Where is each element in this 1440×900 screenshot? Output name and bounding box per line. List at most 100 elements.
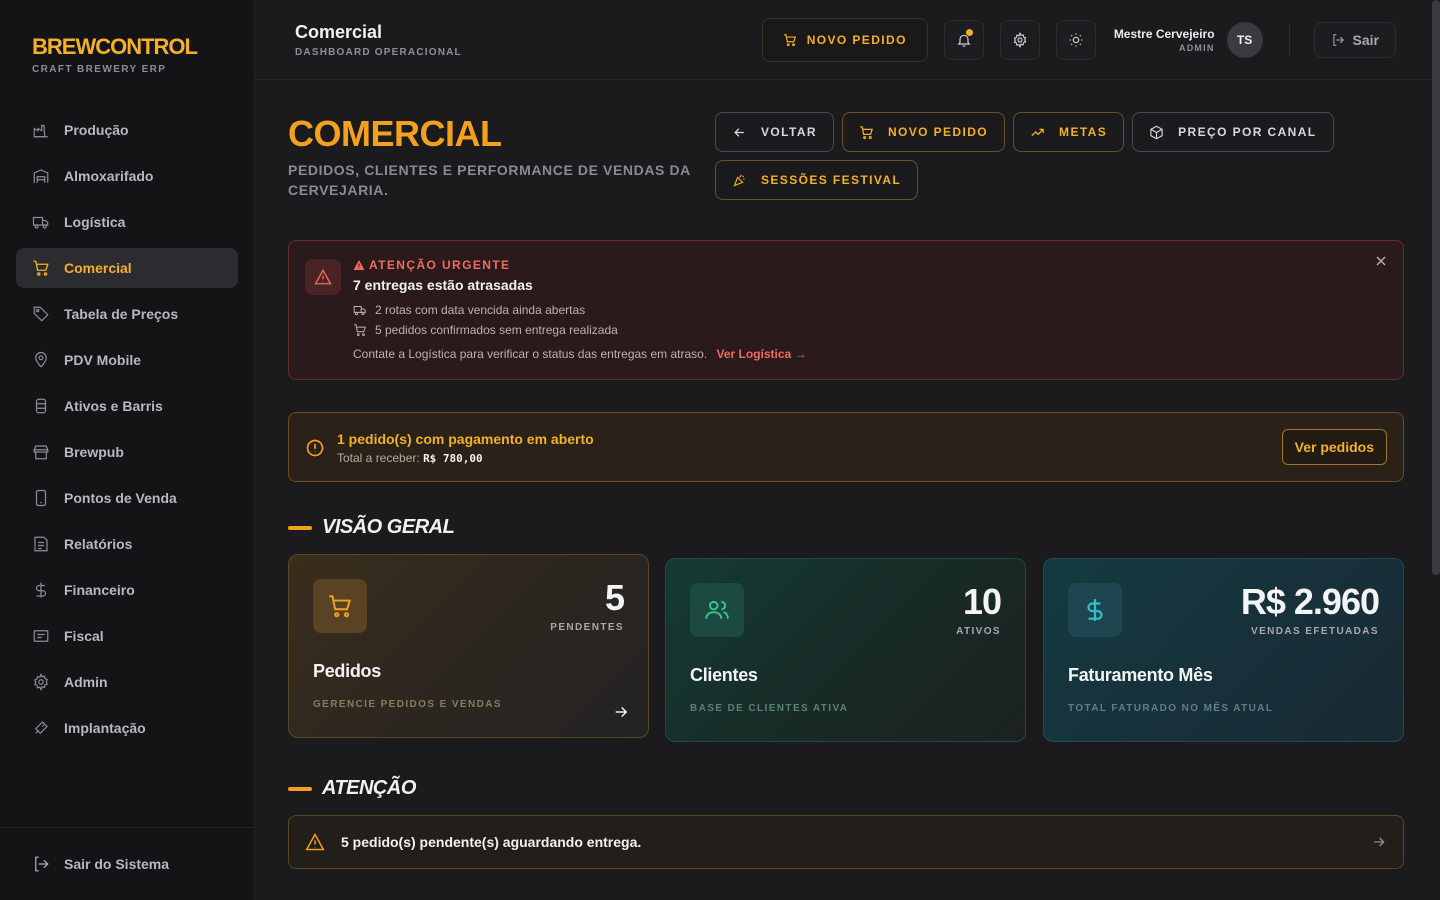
clients-card-icon-box xyxy=(690,583,744,637)
urgent-alert-label: ATENÇÃO URGENTE xyxy=(353,258,510,272)
clients-card-sub: ATIVOS xyxy=(956,626,1001,637)
sidebar-item-label: Produção xyxy=(64,122,129,138)
sidebar-item-comercial[interactable]: Comercial xyxy=(16,248,238,288)
user-role: ADMIN xyxy=(1179,42,1215,53)
notification-dot xyxy=(965,28,973,36)
section-accent-bar xyxy=(288,786,312,791)
urgent-alert-footer: Contate a Logística para verificar o sta… xyxy=(353,347,807,361)
trending-up-icon xyxy=(1031,128,1044,136)
topbar-new-order-label: NOVO PEDIDO xyxy=(806,32,907,47)
sidebar-item-admin[interactable]: Admin xyxy=(16,662,238,702)
dollar-icon xyxy=(1087,599,1103,621)
topbar-divider xyxy=(1288,23,1290,56)
new-order-label: NOVO PEDIDO xyxy=(887,125,989,139)
new-order-button[interactable]: NOVO PEDIDO xyxy=(841,112,1006,152)
warning-triangle-icon xyxy=(305,832,325,851)
price-by-channel-button[interactable]: PREÇO POR CANAL xyxy=(1132,112,1334,152)
cart-icon xyxy=(354,324,366,337)
sidebar-item-implantacao[interactable]: Implantação xyxy=(16,708,238,748)
topbar: Comercial DASHBOARD OPERACIONAL NOVO PED… xyxy=(255,0,1440,80)
sidebar-item-relatorios[interactable]: Relatórios xyxy=(16,524,238,564)
brand-logo[interactable]: BREWCONTROL xyxy=(32,34,222,60)
cart-icon xyxy=(783,33,796,46)
sidebar-item-brewpub[interactable]: Brewpub xyxy=(16,432,238,472)
page-actions: VOLTAR NOVO PEDIDO METAS PREÇO POR CANAL xyxy=(715,112,1375,200)
topbar-title-block: Comercial DASHBOARD OPERACIONAL xyxy=(295,22,462,58)
back-button[interactable]: VOLTAR xyxy=(715,112,834,152)
user-menu[interactable]: Mestre Cervejeiro ADMIN TS xyxy=(1114,21,1263,58)
logout-system-label: Sair do Sistema xyxy=(64,856,170,872)
festival-sessions-button[interactable]: SESSÕES FESTIVAL xyxy=(715,160,919,200)
app-root: BREWCONTROL CRAFT BREWERY ERP Produção A… xyxy=(0,0,1440,900)
section-accent-bar xyxy=(288,525,312,530)
close-icon[interactable] xyxy=(1373,253,1389,269)
urgent-alert-title: 7 entregas estão atrasadas xyxy=(353,277,533,293)
sidebar-item-almoxarifado[interactable]: Almoxarifado xyxy=(16,156,238,196)
truck-icon xyxy=(32,216,49,229)
logout-button[interactable]: Sair xyxy=(1313,21,1396,58)
logout-system-button[interactable]: Sair do Sistema xyxy=(0,827,254,900)
sidebar-item-ativos-barris[interactable]: Ativos e Barris xyxy=(16,386,238,426)
logout-label: Sair xyxy=(1352,31,1379,48)
price-by-channel-label: PREÇO POR CANAL xyxy=(1178,125,1317,139)
logout-icon xyxy=(35,856,49,872)
sidebar-item-label: Ativos e Barris xyxy=(64,398,163,414)
sidebar-item-label: Fiscal xyxy=(64,628,104,644)
attention-item[interactable]: 5 pedido(s) pendente(s) aguardando entre… xyxy=(288,815,1404,869)
sidebar-nav: Produção Almoxarifado Logística Comercia… xyxy=(0,110,254,748)
arrow-left-icon xyxy=(734,127,744,137)
party-popper-icon xyxy=(733,174,745,186)
scrollbar[interactable] xyxy=(1432,0,1440,575)
sidebar-item-logistica[interactable]: Logística xyxy=(16,202,238,242)
revenue-card-name: Faturamento Mês xyxy=(1068,665,1213,685)
topbar-title: Comercial xyxy=(295,21,383,42)
theme-toggle-button[interactable] xyxy=(1055,19,1096,60)
attention-title-text: ATENÇÃO xyxy=(322,777,416,799)
goals-button[interactable]: METAS xyxy=(1013,112,1125,152)
revenue-card-icon-box xyxy=(1068,583,1122,637)
urgent-alert-line2: 5 pedidos confirmados sem entrega realiz… xyxy=(375,323,618,337)
orders-card-name: Pedidos xyxy=(313,661,381,681)
orders-card[interactable]: 5 PENDENTES Pedidos GERENCIE PEDIDOS E V… xyxy=(288,554,649,738)
brand-subtitle: CRAFT BREWERY ERP xyxy=(32,64,167,75)
view-orders-button[interactable]: Ver pedidos xyxy=(1281,429,1387,465)
urgent-alert-line-orders: 5 pedidos confirmados sem entrega realiz… xyxy=(353,323,618,337)
store-icon xyxy=(33,445,49,460)
settings-button[interactable] xyxy=(999,19,1040,60)
topbar-actions: NOVO PEDIDO Mestre Cervejeiro ADMIN TS S… xyxy=(761,17,1396,62)
clients-card[interactable]: 10 ATIVOS Clientes BASE DE CLIENTES ATIV… xyxy=(665,558,1026,742)
arrow-right-icon xyxy=(615,706,628,718)
page-description: PEDIDOS, CLIENTES E PERFORMANCE DE VENDA… xyxy=(288,162,691,198)
sidebar-item-fiscal[interactable]: Fiscal xyxy=(16,616,238,656)
attention-item-text: 5 pedido(s) pendente(s) aguardando entre… xyxy=(341,834,642,850)
urgent-alert-label-text: ATENÇÃO URGENTE xyxy=(369,258,511,272)
avatar[interactable]: TS xyxy=(1226,21,1263,58)
sidebar-item-pdv-mobile[interactable]: PDV Mobile xyxy=(16,340,238,380)
orders-card-desc: GERENCIE PEDIDOS E VENDAS xyxy=(313,699,502,710)
urgent-alert-line-routes: 2 rotas com data vencida ainda abertas xyxy=(353,303,585,317)
sidebar-item-tabela-precos[interactable]: Tabela de Preços xyxy=(16,294,238,334)
view-logistics-link[interactable]: Ver Logística → xyxy=(717,347,807,361)
barrel-icon xyxy=(35,398,47,414)
factory-icon xyxy=(33,124,48,138)
sidebar-item-financeiro[interactable]: Financeiro xyxy=(16,570,238,610)
page-title: COMERCIAL xyxy=(288,113,502,154)
alert-circle-icon xyxy=(306,439,324,457)
users-icon xyxy=(705,600,729,619)
sidebar-item-label: Brewpub xyxy=(64,444,124,460)
notifications-button[interactable] xyxy=(943,19,984,60)
revenue-card-desc: TOTAL FATURADO NO MÊS ATUAL xyxy=(1068,703,1274,714)
payment-alert: 1 pedido(s) com pagamento em aberto Tota… xyxy=(288,412,1404,482)
sidebar-item-pontos-venda[interactable]: Pontos de Venda xyxy=(16,478,238,518)
sidebar-item-label: Admin xyxy=(64,674,108,690)
clients-card-name: Clientes xyxy=(690,665,758,685)
overview-section-title: VISÃO GERAL xyxy=(288,516,455,539)
revenue-card[interactable]: R$ 2.960 VENDAS EFETUADAS Faturamento Mê… xyxy=(1043,558,1404,742)
sidebar-item-producao[interactable]: Produção xyxy=(16,110,238,150)
warehouse-icon xyxy=(33,169,49,183)
topbar-new-order-button[interactable]: NOVO PEDIDO xyxy=(761,17,928,62)
sidebar-item-label: Financeiro xyxy=(64,582,135,598)
sidebar: BREWCONTROL CRAFT BREWERY ERP Produção A… xyxy=(0,0,255,900)
receipt-icon xyxy=(33,630,49,642)
sidebar-item-label: PDV Mobile xyxy=(64,352,142,368)
